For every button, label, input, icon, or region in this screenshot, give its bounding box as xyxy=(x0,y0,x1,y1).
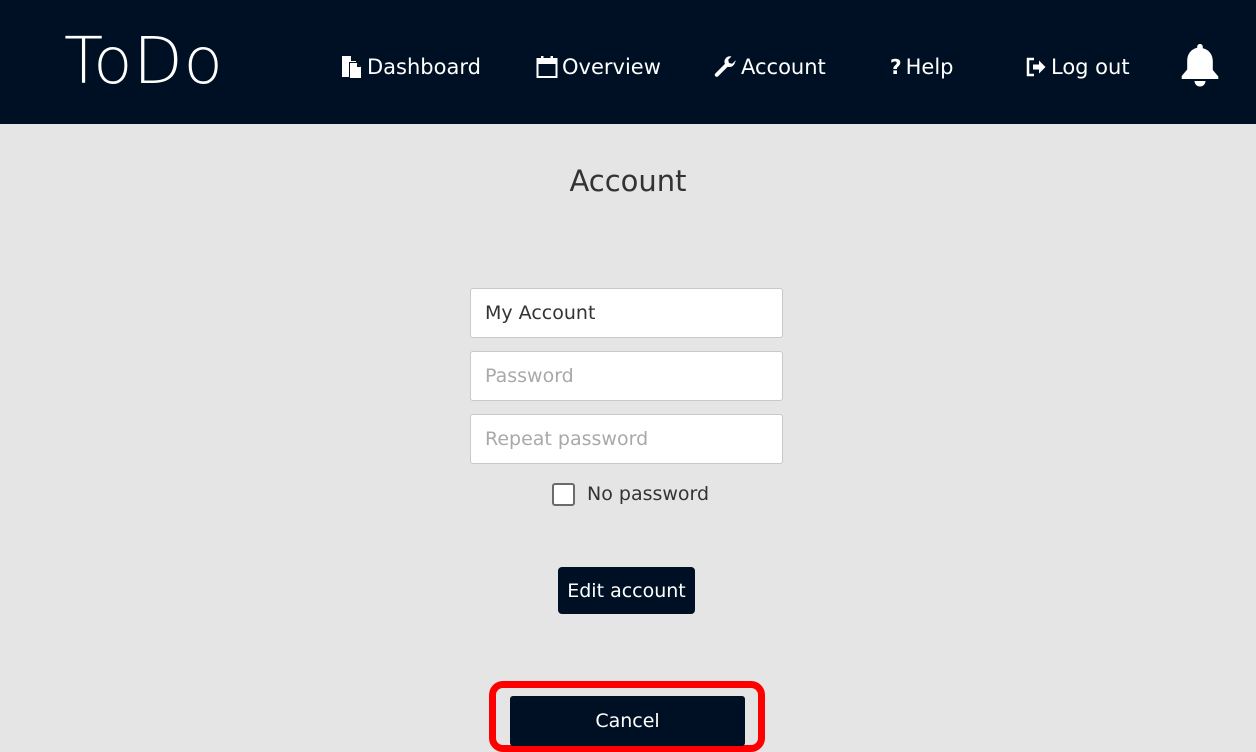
top-navbar: ToDo Dashboard Overview Account ? Help L… xyxy=(0,0,1256,124)
nav-overview[interactable]: Overview xyxy=(536,50,661,84)
nav-dashboard-label: Dashboard xyxy=(367,55,481,79)
documents-icon xyxy=(339,55,363,79)
nav-logout-label: Log out xyxy=(1051,55,1130,79)
account-name-input[interactable] xyxy=(470,288,783,338)
no-password-row: No password xyxy=(552,481,709,507)
nav-account-label: Account xyxy=(741,55,826,79)
cancel-button[interactable]: Cancel xyxy=(510,696,745,746)
nav-overview-label: Overview xyxy=(562,55,661,79)
wrench-icon xyxy=(713,55,737,79)
edit-account-button[interactable]: Edit account xyxy=(558,567,695,614)
question-icon: ? xyxy=(890,55,902,79)
no-password-label[interactable]: No password xyxy=(587,483,709,505)
nav-account[interactable]: Account xyxy=(713,50,826,84)
nav-dashboard[interactable]: Dashboard xyxy=(339,50,481,84)
repeat-password-input[interactable] xyxy=(470,414,783,464)
page-title: Account xyxy=(569,164,687,198)
no-password-checkbox[interactable] xyxy=(552,482,575,506)
password-input[interactable] xyxy=(470,351,783,401)
logout-icon xyxy=(1025,56,1047,78)
nav-help[interactable]: ? Help xyxy=(890,50,954,84)
nav-help-label: Help xyxy=(905,55,954,79)
bell-icon[interactable] xyxy=(1178,42,1222,88)
calendar-icon xyxy=(536,55,558,79)
nav-logout[interactable]: Log out xyxy=(1025,50,1130,84)
app-logo[interactable]: ToDo xyxy=(64,22,224,102)
